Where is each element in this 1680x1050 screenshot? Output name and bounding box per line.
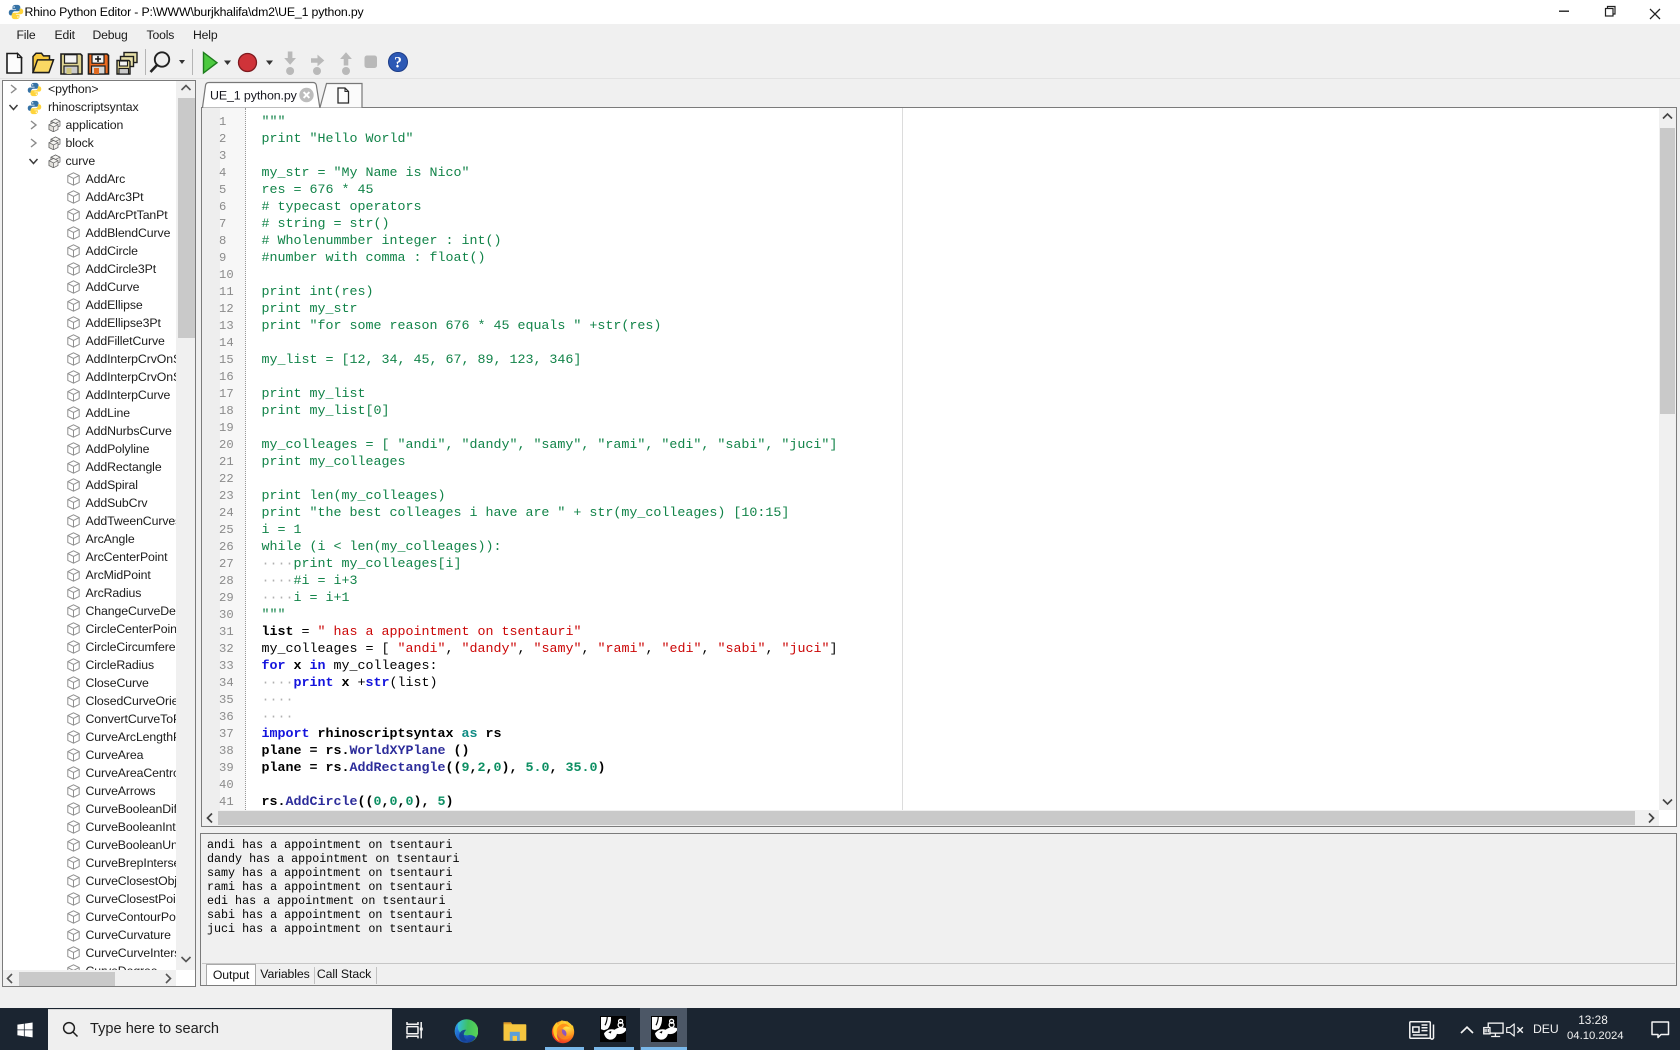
svg-text:UE_1 python.py: UE_1 python.py — [210, 89, 298, 103]
svg-text:?: ? — [394, 55, 402, 72]
